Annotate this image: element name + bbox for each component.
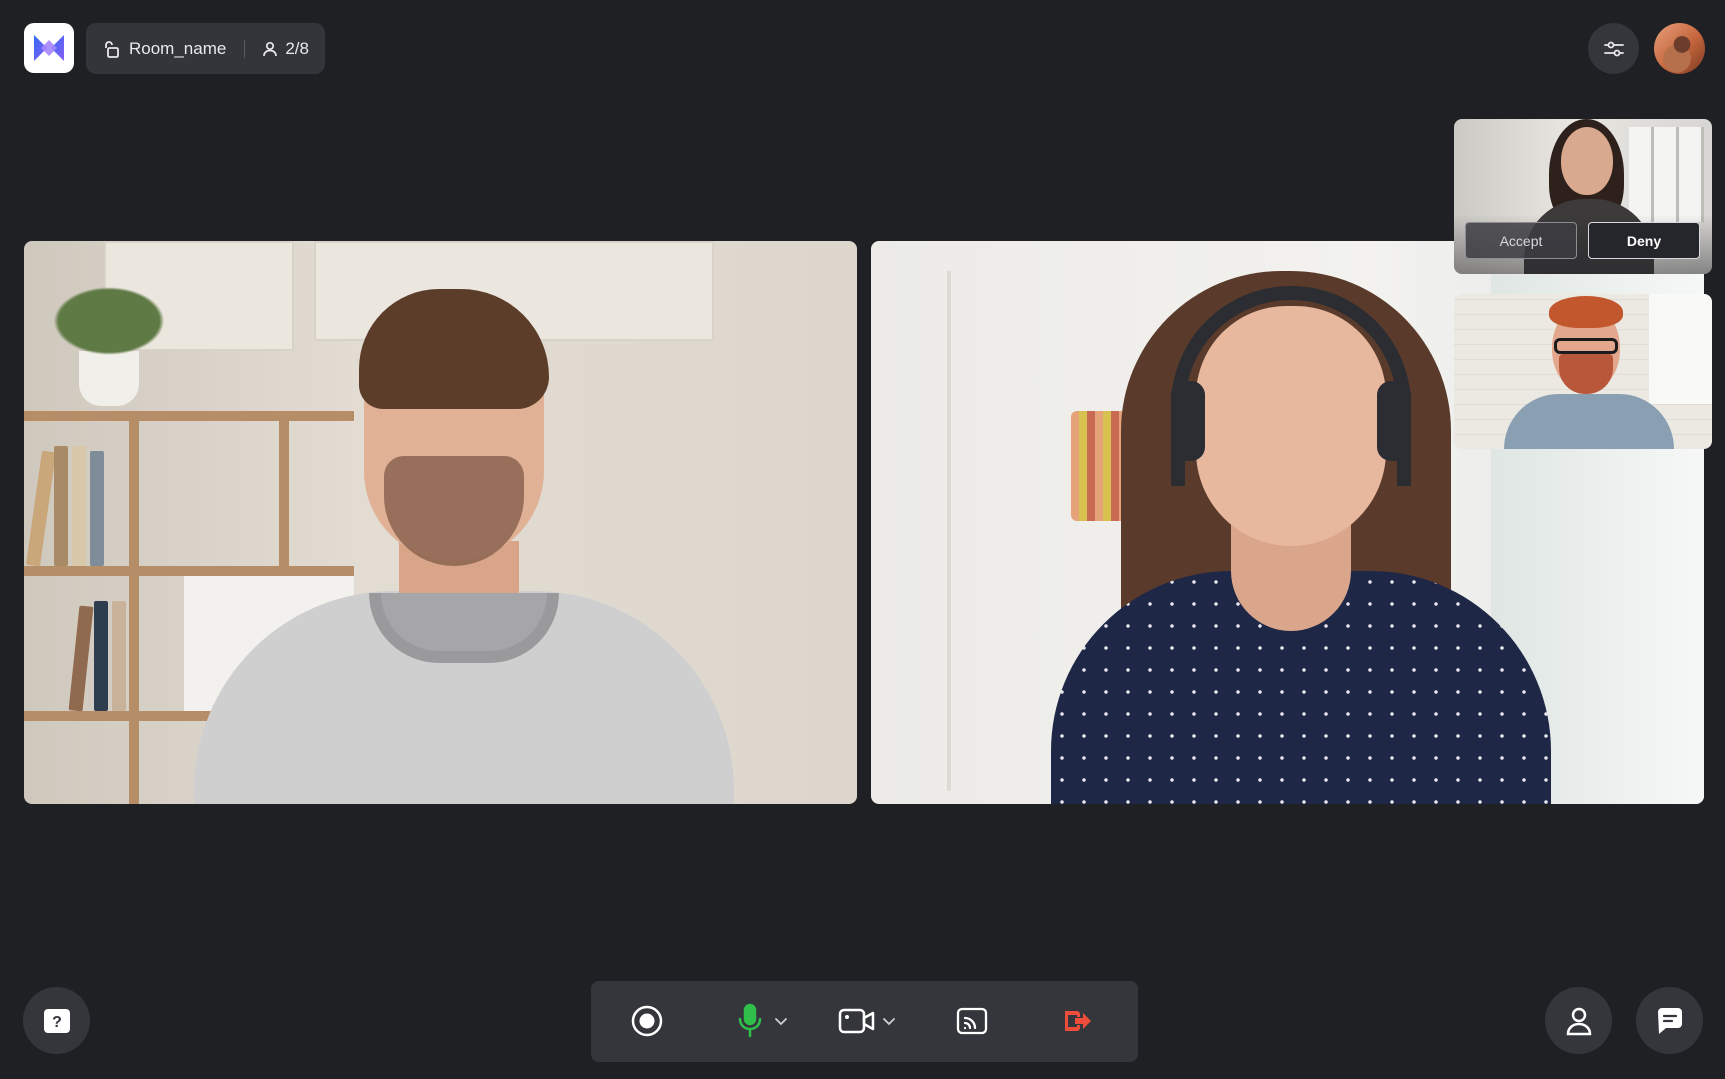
mic-options-dropdown[interactable] bbox=[771, 1011, 791, 1031]
participants-icon bbox=[1566, 1007, 1591, 1035]
book bbox=[54, 446, 68, 566]
book bbox=[26, 450, 56, 567]
person-icon bbox=[261, 40, 279, 58]
book bbox=[90, 451, 104, 566]
video-tile-participant-1[interactable] bbox=[24, 241, 857, 804]
app-logo-icon bbox=[34, 35, 64, 61]
participant-face bbox=[1561, 127, 1613, 195]
chat-button[interactable] bbox=[1636, 987, 1703, 1054]
mic-button[interactable] bbox=[733, 1001, 767, 1041]
participant-beard bbox=[1559, 354, 1613, 394]
chevron-down-icon bbox=[775, 1018, 787, 1026]
headphone-cup bbox=[1171, 381, 1205, 461]
camera-icon bbox=[838, 1008, 875, 1034]
sliders-icon bbox=[1603, 41, 1624, 56]
window-frame bbox=[871, 271, 951, 791]
room-info[interactable]: Room_name 2/8 bbox=[86, 23, 325, 74]
record-button[interactable] bbox=[629, 1003, 665, 1039]
unlock-icon bbox=[101, 39, 121, 59]
microphone-icon bbox=[738, 1003, 762, 1038]
settings-button[interactable] bbox=[1588, 23, 1639, 74]
camera-button[interactable] bbox=[837, 1003, 877, 1039]
book bbox=[112, 601, 126, 711]
plant bbox=[44, 281, 174, 361]
shelf bbox=[24, 566, 354, 576]
help-icon: ? bbox=[43, 1008, 70, 1033]
participant-hair bbox=[1549, 296, 1623, 328]
window-light bbox=[1649, 294, 1712, 404]
join-request-tile: Accept Deny bbox=[1454, 119, 1712, 274]
user-avatar[interactable] bbox=[1654, 23, 1705, 74]
leave-call-button[interactable] bbox=[1059, 1003, 1095, 1039]
help-button[interactable]: ? bbox=[23, 987, 90, 1054]
shelf bbox=[279, 411, 289, 571]
screen-share-icon bbox=[956, 1007, 988, 1035]
shelf bbox=[129, 411, 139, 804]
video-call-app: Room_name 2/8 Accept Deny ? bbox=[0, 0, 1725, 1079]
book bbox=[72, 446, 86, 566]
chat-icon bbox=[1657, 1007, 1682, 1034]
app-logo[interactable] bbox=[24, 23, 74, 73]
shelf bbox=[24, 411, 354, 421]
screen-share-button[interactable] bbox=[954, 1003, 990, 1039]
headphone-cup bbox=[1377, 381, 1411, 461]
participant-count: 2/8 bbox=[285, 38, 309, 58]
deny-button[interactable]: Deny bbox=[1588, 222, 1700, 259]
divider bbox=[244, 39, 246, 58]
leave-icon bbox=[1065, 1011, 1091, 1031]
video-tile-participant-3[interactable] bbox=[1454, 294, 1712, 449]
participants-button[interactable] bbox=[1545, 987, 1612, 1054]
window-panes bbox=[1629, 127, 1704, 222]
accept-button[interactable]: Accept bbox=[1465, 222, 1577, 259]
book bbox=[94, 601, 108, 711]
svg-text:?: ? bbox=[52, 1014, 62, 1031]
book bbox=[68, 605, 94, 712]
camera-options-dropdown[interactable] bbox=[879, 1011, 899, 1031]
participant-body bbox=[1504, 394, 1674, 449]
chevron-down-icon bbox=[883, 1018, 895, 1026]
call-controls bbox=[591, 981, 1138, 1062]
record-icon bbox=[631, 1005, 663, 1037]
glasses bbox=[1554, 338, 1618, 354]
room-name: Room_name bbox=[129, 38, 227, 58]
